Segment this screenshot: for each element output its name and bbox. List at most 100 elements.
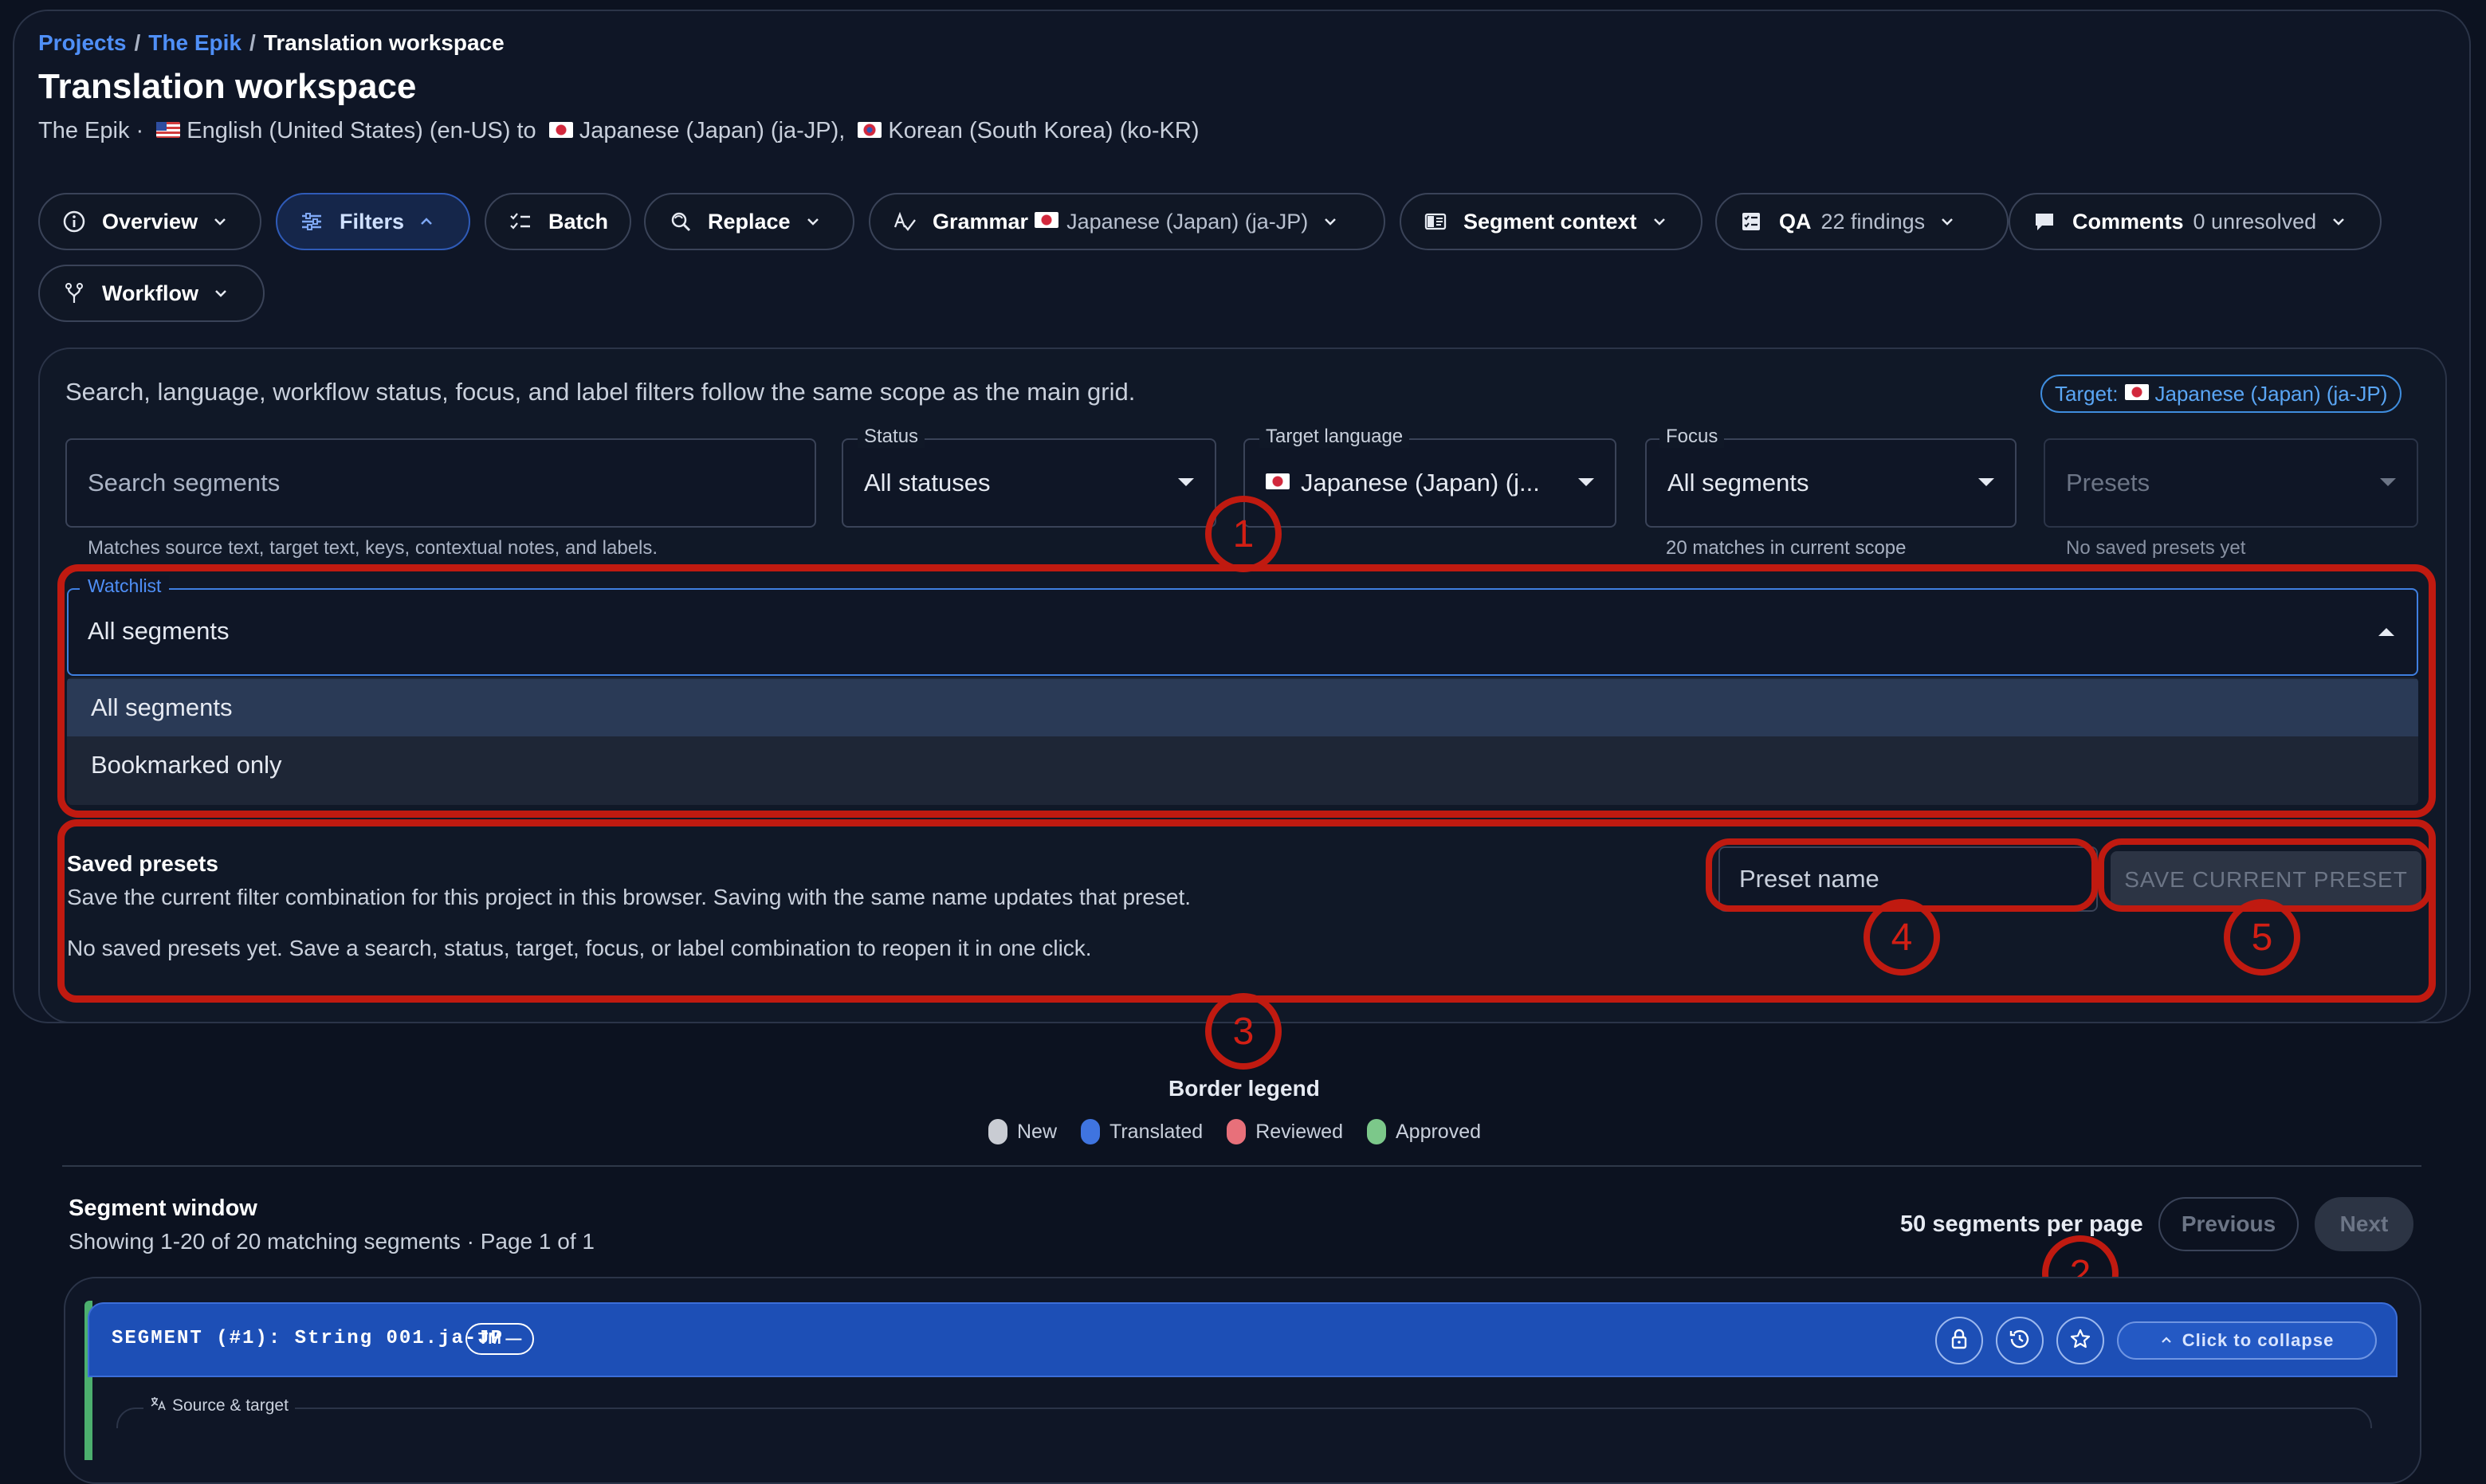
chevron-down-icon <box>2331 214 2347 230</box>
focus-label: Focus <box>1659 426 1725 448</box>
branch-icon <box>62 281 86 305</box>
breadcrumb: Projects / The Epik / Translation workspace <box>38 30 505 55</box>
comment-icon <box>2032 210 2056 234</box>
annotation-marker-1: 1 <box>1205 496 1282 572</box>
target-language-select[interactable]: Japanese (Japan) (j... <box>1243 438 1616 528</box>
project-name: The Epik · <box>38 118 144 143</box>
checklist-icon <box>509 210 532 234</box>
sliders-icon <box>300 210 324 234</box>
target-language-2: Korean (South Korea) (ko-KR) <box>888 118 1200 143</box>
page-title: Translation workspace <box>38 67 417 106</box>
grammar-button[interactable]: Grammar Japanese (Japan) (ja-JP) <box>869 193 1385 250</box>
replace-label: Replace <box>708 209 791 234</box>
overview-label: Overview <box>102 209 198 234</box>
comments-button[interactable]: Comments 0 unresolved <box>2009 193 2382 250</box>
source-target-label: Source & target <box>143 1396 295 1415</box>
chevron-up-icon <box>2160 1330 2173 1351</box>
legend-approved: Approved <box>1366 1119 1482 1144</box>
target-language-label: Target language <box>1259 426 1410 448</box>
chevron-up-icon <box>418 214 434 230</box>
legend-new-label: New <box>1017 1120 1058 1143</box>
presets-help: No saved presets yet <box>2066 537 2246 559</box>
lock-button[interactable] <box>1935 1317 1983 1364</box>
workflow-label: Workflow <box>102 281 198 305</box>
dropdown-arrow-icon <box>2380 478 2396 486</box>
target-language-1: Japanese (Japan) (ja-JP), <box>579 118 846 143</box>
border-legend: New Translated Reviewed Approved <box>988 1119 1494 1144</box>
dropdown-arrow-icon <box>1578 478 1594 486</box>
find-replace-icon <box>668 210 692 234</box>
chevron-down-icon <box>1322 214 1338 230</box>
qa-label: QA <box>1779 209 1812 234</box>
source-target-section <box>116 1407 2372 1428</box>
target-badge-label: Target: <box>2055 381 2119 406</box>
annotation-marker-5: 5 <box>2224 899 2300 976</box>
us-flag-icon <box>156 122 181 139</box>
batch-button[interactable]: Batch <box>485 193 631 250</box>
jp-flag-icon <box>548 122 573 139</box>
target-badge-value: Japanese (Japan) (ja-JP) <box>2154 381 2388 406</box>
chevron-down-icon <box>1939 214 1955 230</box>
page-subtitle: The Epik · English (United States) (en-U… <box>38 118 1199 144</box>
focus-help: 20 matches in current scope <box>1666 537 1907 559</box>
replace-button[interactable]: Replace <box>644 193 854 250</box>
legend-reviewed-swatch <box>1227 1119 1247 1144</box>
segment-window-title: Segment window <box>69 1195 257 1221</box>
search-help: Matches source text, target text, keys, … <box>88 537 658 559</box>
legend-translated: Translated <box>1081 1119 1203 1144</box>
filters-label: Filters <box>340 209 405 234</box>
focus-value: All segments <box>1667 469 1809 497</box>
qa-checklist-icon <box>1739 210 1763 234</box>
breadcrumb-project-link[interactable]: The Epik <box>148 30 242 55</box>
segment-context-button[interactable]: Segment context <box>1400 193 1702 250</box>
search-segments-input[interactable]: Search segments <box>65 438 816 528</box>
legend-approved-label: Approved <box>1395 1120 1482 1143</box>
jp-flag-icon <box>1035 212 1059 228</box>
legend-new: New <box>988 1119 1057 1144</box>
bookmark-button[interactable] <box>2056 1317 2104 1364</box>
breadcrumb-projects-link[interactable]: Projects <box>38 30 127 55</box>
source-target-text: Source & target <box>172 1396 289 1415</box>
history-button[interactable] <box>1996 1317 2044 1364</box>
focus-select[interactable]: All segments <box>1645 438 2017 528</box>
qa-findings-count: 22 findings <box>1820 209 1926 234</box>
jp-flag-icon <box>1266 473 1290 489</box>
presets-placeholder: Presets <box>2066 469 2150 497</box>
segments-per-page[interactable]: 50 segments per page <box>1900 1211 2143 1238</box>
annotation-marker-3: 3 <box>1205 993 1282 1070</box>
chevron-down-icon <box>805 214 821 230</box>
legend-translated-label: Translated <box>1109 1120 1204 1143</box>
collapse-segment-button[interactable]: Click to collapse <box>2117 1321 2377 1360</box>
translate-icon <box>150 1396 167 1415</box>
status-value: All statuses <box>864 469 991 497</box>
legend-reviewed: Reviewed <box>1227 1119 1343 1144</box>
presets-select[interactable]: Presets <box>2044 438 2418 528</box>
panel-icon <box>1424 210 1447 234</box>
chevron-down-icon <box>1651 214 1667 230</box>
annotation-box-1 <box>57 564 2436 818</box>
target-language-value: Japanese (Japan) (j... <box>1301 469 1540 497</box>
legend-translated-swatch <box>1081 1119 1101 1144</box>
qa-button[interactable]: QA 22 findings <box>1715 193 2009 250</box>
grammar-label: Grammar <box>933 209 1029 234</box>
dropdown-arrow-icon <box>1178 478 1194 486</box>
workflow-button[interactable]: Workflow <box>38 265 265 322</box>
batch-label: Batch <box>548 209 609 234</box>
previous-page-button[interactable]: Previous <box>2158 1197 2299 1251</box>
history-icon <box>2008 1327 2032 1355</box>
source-language: English (United States) (en-US) to <box>187 118 536 143</box>
chevron-down-icon <box>213 285 229 301</box>
status-select[interactable]: All statuses <box>842 438 1216 528</box>
legend-new-swatch <box>988 1119 1007 1144</box>
annotation-marker-4: 4 <box>1864 899 1940 976</box>
info-icon <box>62 210 86 234</box>
collapse-label: Click to collapse <box>2182 1330 2335 1350</box>
filters-button[interactable]: Filters <box>276 193 470 250</box>
overview-button[interactable]: Overview <box>38 193 261 250</box>
next-page-button[interactable]: Next <box>2315 1197 2413 1251</box>
breadcrumb-current: Translation workspace <box>263 30 505 55</box>
legend-approved-swatch <box>1366 1119 1386 1144</box>
star-icon <box>2068 1327 2092 1355</box>
spellcheck-icon <box>893 210 917 234</box>
grammar-language: Japanese (Japan) (ja-JP) <box>1066 209 1309 234</box>
